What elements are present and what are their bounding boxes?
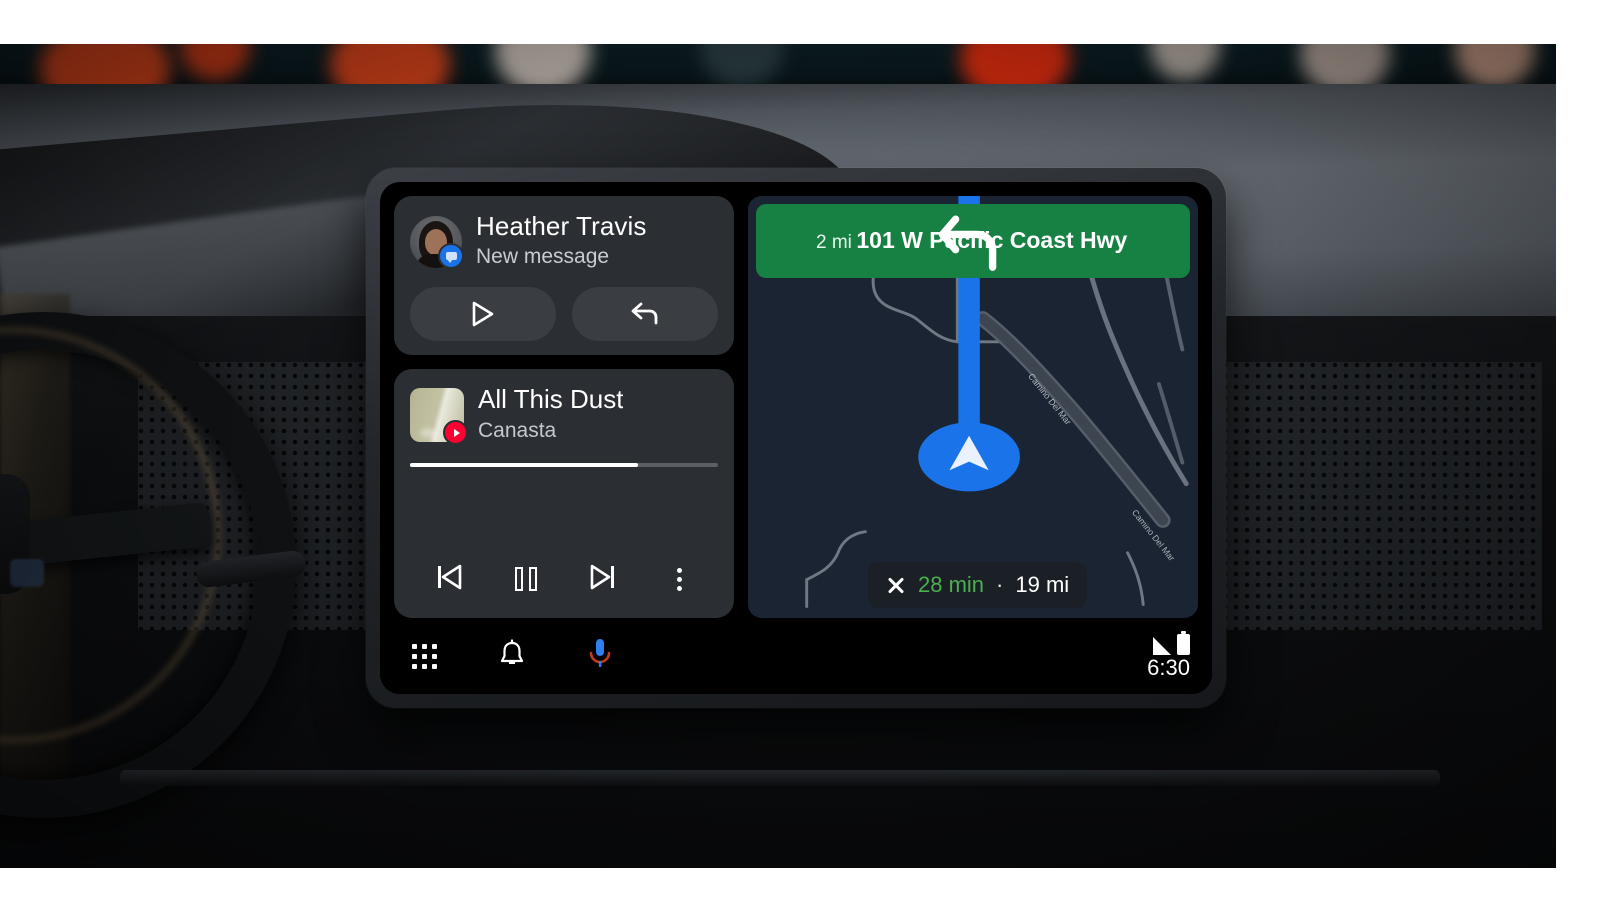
playback-progress-bar[interactable] xyxy=(410,462,718,467)
battery-icon xyxy=(1177,631,1190,655)
apps-button[interactable] xyxy=(402,634,446,678)
album-art xyxy=(410,388,468,446)
status-area: 6:30 xyxy=(1147,631,1190,680)
bokeh-light xyxy=(1150,44,1220,80)
kebab-menu-icon xyxy=(677,567,682,591)
eta-time: 28 min xyxy=(918,572,985,597)
playback-progress-fill xyxy=(410,462,638,467)
next-track-button[interactable] xyxy=(564,556,641,602)
previous-track-button[interactable] xyxy=(410,556,487,602)
bokeh-light xyxy=(180,44,250,80)
reply-message-button[interactable] xyxy=(572,287,718,342)
message-notification-card[interactable]: Heather Travis New message xyxy=(394,196,734,356)
notifications-button[interactable] xyxy=(490,634,534,678)
app-grid-icon xyxy=(411,643,437,669)
media-player-card[interactable]: All This Dust Canasta xyxy=(394,369,734,618)
eta-distance: 19 mi xyxy=(1015,572,1070,597)
messages-badge-icon xyxy=(438,242,464,269)
youtube-music-badge-icon xyxy=(443,420,468,446)
bokeh-light xyxy=(1455,44,1535,88)
head-unit-device: Heather Travis New message All This Dust… xyxy=(366,168,1226,708)
map-canvas[interactable]: Camino Del Mar Camino Del Mar 2 mi 101 W… xyxy=(748,196,1198,618)
speaker-grille-right xyxy=(1222,362,1542,630)
skip-previous-icon xyxy=(435,564,463,595)
play-pause-button[interactable] xyxy=(487,556,564,602)
message-status-text: New message xyxy=(476,245,610,269)
assistant-mic-icon xyxy=(587,637,613,676)
head-unit-screen: Heather Travis New message All This Dust… xyxy=(380,182,1212,694)
eta-pill[interactable]: 28 min · 19 mi xyxy=(868,562,1088,608)
cell-signal-icon xyxy=(1153,637,1171,655)
navigation-panel[interactable]: Camino Del Mar Camino Del Mar 2 mi 101 W… xyxy=(748,196,1198,618)
system-clock: 6:30 xyxy=(1147,655,1190,680)
page-margin-right xyxy=(1556,0,1600,900)
play-icon xyxy=(471,301,495,327)
pause-icon xyxy=(514,567,537,591)
play-message-button[interactable] xyxy=(410,287,556,342)
left-panel: Heather Travis New message All This Dust… xyxy=(394,196,734,618)
skip-next-icon xyxy=(589,564,617,595)
center-console-lip xyxy=(120,770,1440,786)
avatar xyxy=(410,215,464,269)
eta-separator: · xyxy=(996,572,1004,597)
steering-wheel-badge xyxy=(10,559,44,587)
close-icon[interactable] xyxy=(886,575,906,595)
page-margin-bottom xyxy=(0,868,1600,900)
media-overflow-button[interactable] xyxy=(641,556,718,602)
turn-left-icon xyxy=(770,215,997,271)
bell-icon xyxy=(498,638,526,674)
message-sender-name: Heather Travis xyxy=(476,212,647,241)
reply-arrow-icon xyxy=(630,300,660,329)
screenshot-root: Heather Travis New message All This Dust… xyxy=(0,0,1600,900)
assistant-button[interactable] xyxy=(578,634,622,678)
navigation-banner: 2 mi 101 W Pacific Coast Hwy xyxy=(756,204,1190,278)
system-bottom-bar: 6:30 xyxy=(380,618,1212,694)
bokeh-light xyxy=(700,44,784,86)
track-artist: Canasta xyxy=(478,418,557,442)
track-title: All This Dust xyxy=(478,385,624,415)
